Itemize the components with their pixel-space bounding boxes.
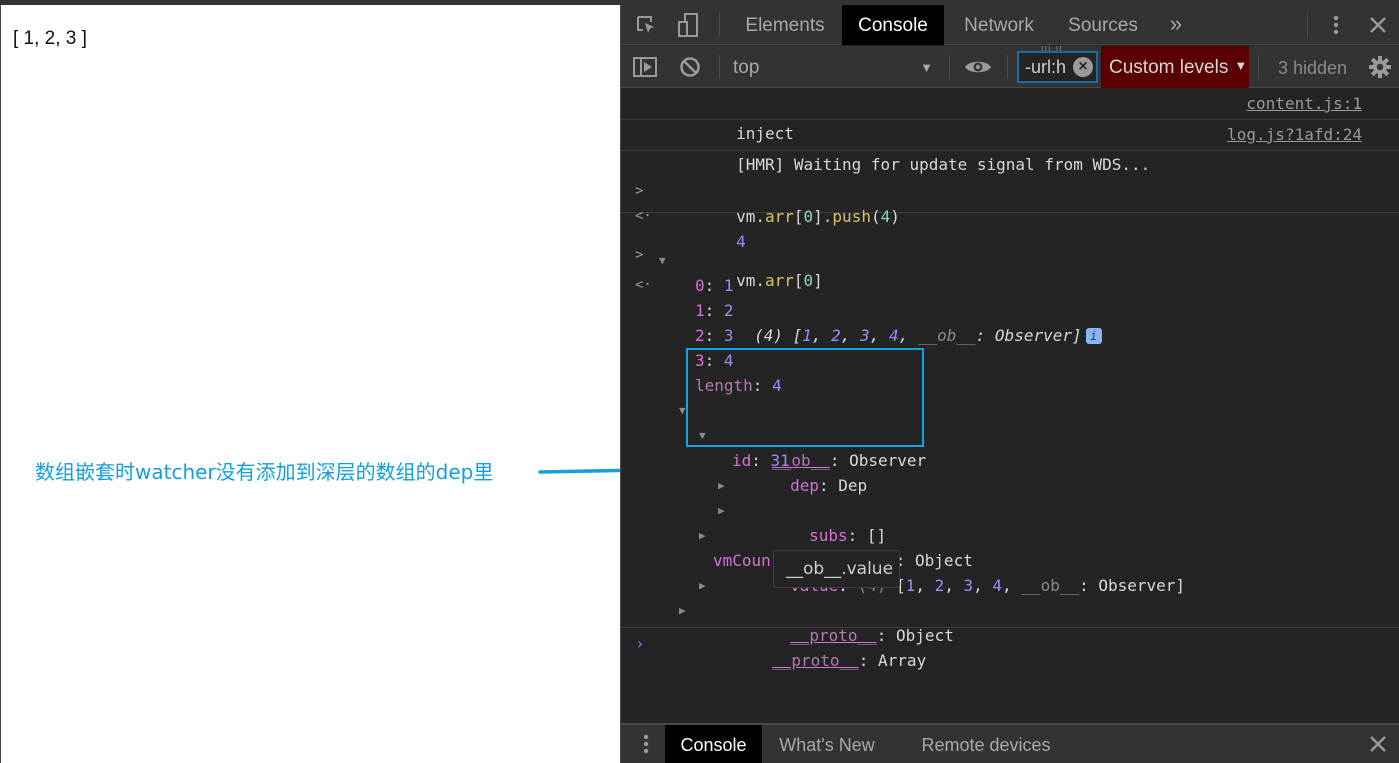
tree-node-dep[interactable]: ▼ dep: Dep bbox=[621, 423, 1399, 495]
source-link[interactable]: log.js?1afd:24 bbox=[1227, 120, 1362, 150]
annotation-text: 数组嵌套时watcher没有添加到深层的数组的dep里 bbox=[35, 460, 494, 484]
close-drawer-icon[interactable] bbox=[1361, 725, 1395, 763]
divider bbox=[719, 13, 720, 37]
tree-node-ob[interactable]: ▼ __ob__: Observer bbox=[621, 398, 1399, 470]
array-summary-row[interactable]: <· ▼ (4) [1, 2, 3, 4, __ob__: Observer] i bbox=[621, 248, 1399, 345]
console-log-message: inject content.js:1 bbox=[621, 89, 1399, 143]
expand-triangle-down-icon[interactable]: ▼ bbox=[659, 248, 666, 273]
tree-node-value[interactable]: ▶ value: (4) [1, 2, 3, 4, __ob__: Observ… bbox=[621, 523, 1399, 595]
drawer-tabbar: Console What's New Remote devices bbox=[621, 723, 1399, 763]
input-prompt-icon: › bbox=[635, 634, 645, 653]
log-levels-label: Custom levels bbox=[1109, 57, 1229, 78]
divider bbox=[719, 55, 720, 79]
source-link[interactable]: content.js:1 bbox=[1246, 89, 1362, 119]
live-expression-eye-icon[interactable] bbox=[961, 46, 995, 88]
tree-entry: 3: 4 bbox=[695, 351, 734, 370]
expand-triangle-right-icon[interactable]: ▶ bbox=[699, 523, 706, 548]
device-toolbar-icon[interactable] bbox=[671, 5, 705, 45]
divider bbox=[1307, 13, 1308, 37]
log-levels-dropdown[interactable]: Custom levels ▼ bbox=[1101, 46, 1249, 88]
console-messages: inject content.js:1 [HMR] Waiting for up… bbox=[621, 89, 1399, 670]
divider bbox=[1258, 55, 1259, 79]
caret-down-icon: ▼ bbox=[1234, 58, 1248, 73]
close-devtools-icon[interactable] bbox=[1361, 5, 1395, 45]
tab-console[interactable]: Console bbox=[842, 5, 944, 45]
kebab-menu-icon[interactable] bbox=[1319, 5, 1353, 45]
drawer-menu-icon[interactable] bbox=[629, 725, 663, 763]
expand-triangle-down-icon[interactable]: ▼ bbox=[699, 423, 706, 448]
expand-triangle-right-icon[interactable]: ▶ bbox=[679, 598, 686, 623]
tree-entry-id: id: 31 bbox=[732, 451, 790, 470]
console-command-entry: > vm.arr[0].push(4) <· 4 bbox=[621, 151, 1399, 251]
page-viewport: [ 1, 2, 3 ] bbox=[0, 5, 620, 763]
drawer-tab-whats-new[interactable]: What's New bbox=[769, 725, 885, 763]
console-command-entry: > vm.arr[0] <· ▼ (4) [1, 2, 3, 4, __ob__… bbox=[621, 213, 1399, 670]
divider bbox=[949, 55, 950, 79]
expand-triangle-right-icon[interactable]: ▶ bbox=[718, 473, 725, 498]
tree-entry: 2: 3 bbox=[695, 326, 734, 345]
devtools-tabbar: Elements Console Network Sources » bbox=[621, 5, 1399, 45]
tree-entry: 1: 2 bbox=[695, 301, 734, 320]
property-path-tooltip: __ob__.value bbox=[773, 550, 900, 588]
inspect-element-icon[interactable] bbox=[629, 5, 663, 45]
filter-value: -url:h bbox=[1025, 57, 1067, 77]
expand-triangle-down-icon[interactable]: ▼ bbox=[679, 398, 686, 423]
tree-node-proto[interactable]: ▶ __proto__: Object bbox=[621, 498, 1399, 570]
devtools-panel: Elements Console Network Sources » top ▼… bbox=[620, 5, 1399, 763]
tree-entry-vmcount: vmCoun bbox=[713, 551, 771, 570]
clear-console-icon[interactable] bbox=[673, 46, 707, 88]
clear-filter-icon[interactable]: × bbox=[1073, 57, 1093, 77]
tree-entry: 0: 1 bbox=[695, 276, 734, 295]
context-selector-value: top bbox=[733, 57, 760, 78]
divider bbox=[1007, 55, 1008, 79]
tab-elements[interactable]: Elements bbox=[731, 5, 839, 45]
context-selector[interactable]: top ▼ bbox=[733, 46, 943, 88]
show-sidebar-icon[interactable] bbox=[628, 46, 662, 88]
console-settings-gear-icon[interactable] bbox=[1363, 46, 1397, 88]
hidden-messages-count: 3 hidden bbox=[1278, 58, 1348, 78]
console-toolbar: top ▼ ui.u -url:h × Custom levels ▼ 3 hid… bbox=[621, 43, 1399, 88]
tree-node-proto-array[interactable]: ▶ __proto__: Array bbox=[621, 598, 1399, 670]
console-input[interactable]: › bbox=[621, 627, 1399, 723]
page-array-output: [ 1, 2, 3 ] bbox=[13, 28, 87, 49]
console-filter-input[interactable]: -url:h × bbox=[1017, 51, 1098, 83]
expand-triangle-right-icon[interactable]: ▶ bbox=[699, 573, 706, 598]
console-log-message: [HMR] Waiting for update signal from WDS… bbox=[621, 120, 1399, 174]
caret-down-icon: ▼ bbox=[920, 60, 933, 75]
drawer-tab-remote-devices[interactable]: Remote devices bbox=[911, 725, 1061, 763]
expand-triangle-right-icon[interactable]: ▶ bbox=[718, 498, 725, 523]
tree-node-proto[interactable]: ▶ __proto__: Object bbox=[621, 573, 1399, 645]
tree-node-subs[interactable]: ▶ subs: [] bbox=[621, 473, 1399, 545]
tab-sources[interactable]: Sources bbox=[1061, 5, 1145, 45]
drawer-tab-console[interactable]: Console bbox=[665, 725, 762, 763]
more-tabs-icon[interactable]: » bbox=[1161, 5, 1191, 45]
tree-entry-length: length: 4 bbox=[695, 376, 782, 395]
tab-network[interactable]: Network bbox=[951, 5, 1047, 45]
